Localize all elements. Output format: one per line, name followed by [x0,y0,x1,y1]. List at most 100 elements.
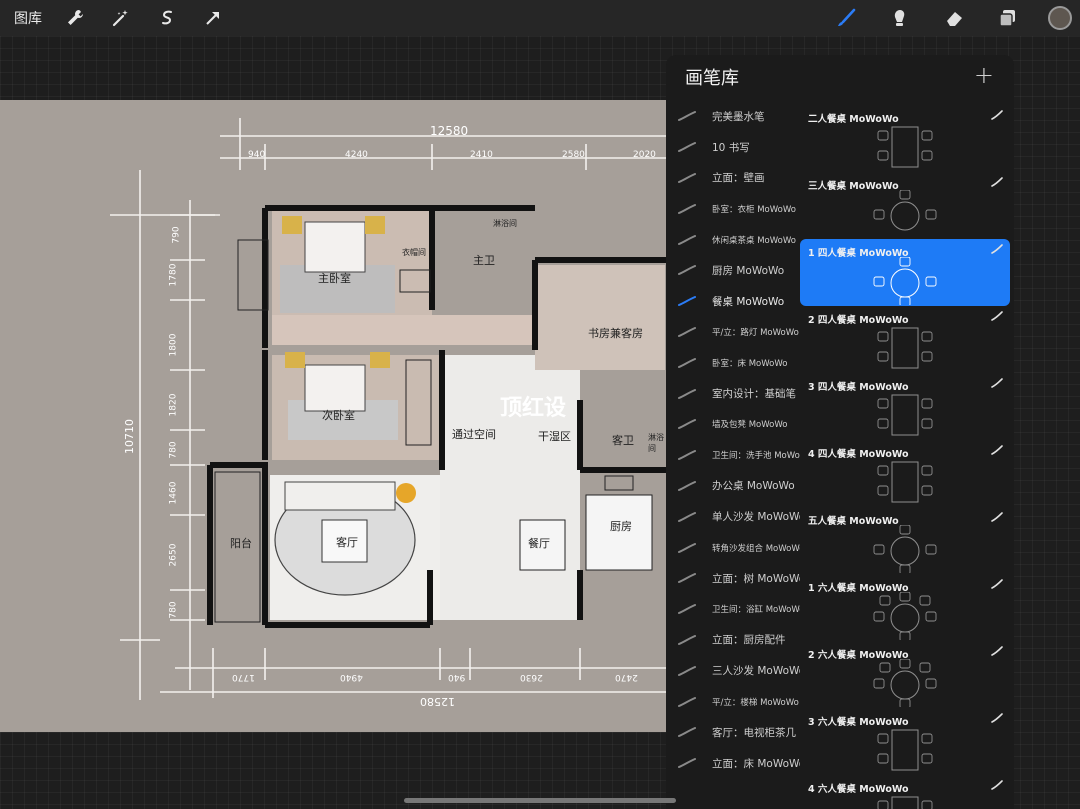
color-swatch[interactable] [1048,6,1072,30]
brush-set-item[interactable]: 立面：树 MoWoWo [666,563,800,594]
smudge-icon[interactable] [886,4,914,32]
brush-set-item[interactable]: 完美墨水笔 [666,101,800,132]
room-label: 通过空间 [452,428,496,441]
brush-set-item[interactable]: 休闲桌茶桌 MoWoWo [666,224,800,255]
gallery-button[interactable]: 图库 [14,8,42,28]
dimension-label: 780 [168,441,179,459]
brush-set-item[interactable]: 餐桌 MoWoWo [666,286,800,317]
brush-stroke-icon [678,665,696,676]
brush-set-item[interactable]: 三人沙发 MoWoWo [666,655,800,686]
brush-set-label: 完美墨水笔 [712,110,765,123]
eraser-icon[interactable] [940,4,968,32]
brush-set-item[interactable]: 办公桌 MoWoWo [666,471,800,502]
brush-item[interactable]: 三人餐桌 MoWoWo [800,172,1010,239]
brush-set-item[interactable]: 室内设计：基础笔 [666,378,800,409]
home-indicator[interactable] [404,798,676,803]
brush-library-panel: 画笔库 + 完美墨水笔 10 书写 立面：壁画 卧室：衣柜 MoWoWo 休闲桌茶桌 M… [666,55,1014,809]
brush-item[interactable]: 4 六人餐桌 MoWoWo [800,775,1010,809]
brush-stroke-icon [678,388,696,399]
brush-set-label: 立面：树 MoWoWo [712,572,800,585]
room-label: 厨房 [610,520,632,533]
drawing-canvas[interactable]: 主卧室 衣帽间 主卫 淋浴间 书房兼客房 次卧室 通过空间 干湿区 客卫 淋浴间… [0,100,666,732]
brush-set-label: 墙及包凳 MoWoWo [712,420,788,431]
brush-stroke-icon [991,646,1003,656]
brush-set-item[interactable]: 立面：床 MoWoWo [666,748,800,779]
brush-set-item[interactable]: 厨房 MoWoWo [666,255,800,286]
dimension-label: 1780 [168,263,179,287]
magic-wand-icon[interactable] [108,5,134,31]
brush-stroke-icon [678,419,696,430]
brush-stroke-icon [678,450,696,461]
brush-preview [873,525,937,573]
brush-set-item[interactable]: 墙及包凳 MoWoWo [666,409,800,440]
brush-stroke-icon [678,234,696,245]
brush-stroke-icon [991,311,1003,321]
brush-set-label: 平/立：楼梯 MoWoWo [712,697,799,708]
add-brush-button[interactable]: + [974,61,994,89]
brush-set-label: 平/立：路灯 MoWoWo [712,327,799,338]
brush-set-item[interactable]: 平/立：路灯 MoWoWo [666,317,800,348]
layers-icon[interactable] [994,4,1022,32]
room-label: 淋浴间 [648,433,664,453]
brush-stroke-icon [991,177,1003,187]
brush-set-label: 室内设计：基础笔 [712,388,796,401]
brush-stroke-icon [991,378,1003,388]
brush-item[interactable]: 3 六人餐桌 MoWoWo [800,708,1010,775]
wrench-icon[interactable] [62,5,88,31]
brush-item[interactable]: 五人餐桌 MoWoWo [800,507,1010,574]
watermark: 顶红设 [500,396,567,421]
dimension-label: 12580 [420,695,455,708]
dimension-label: 780 [168,601,179,619]
brush-preview [877,126,933,168]
dimension-label: 790 [171,226,182,244]
dimension-label: 2650 [168,543,179,567]
brush-set-list: 完美墨水笔 10 书写 立面：壁画 卧室：衣柜 MoWoWo 休闲桌茶桌 MoWoWo 厨… [666,101,800,779]
dimension-label: 940 [248,150,266,160]
brush-set-item[interactable]: 卫生间：浴缸 MoWoWo [666,594,800,625]
room-label: 主卧室 [318,272,351,285]
brush-item[interactable]: 1 六人餐桌 MoWoWo [800,574,1010,641]
brush-stroke-icon [991,713,1003,723]
brush-stroke-icon [991,445,1003,455]
brush-stroke-icon [678,480,696,491]
brush-set-item[interactable]: 客厅：电视柜茶几 [666,717,800,748]
brush-item[interactable]: 二人餐桌 MoWoWo [800,105,1010,172]
brush-set-item[interactable]: 单人沙发 MoWoWo [666,501,800,532]
brush-stroke-icon [678,111,696,122]
brush-icon[interactable] [832,4,860,32]
brush-set-label: 三人沙发 MoWoWo [712,665,800,678]
brush-set-label: 休闲桌茶桌 MoWoWo [712,235,796,246]
selection-icon[interactable] [154,5,180,31]
brush-stroke-icon [678,296,696,307]
brush-set-item[interactable]: 立面：壁画 [666,163,800,194]
brush-stroke-icon [678,758,696,769]
dimension-label: 1460 [168,481,179,505]
brush-item[interactable]: 2 四人餐桌 MoWoWo [800,306,1010,373]
brush-stroke-icon [678,634,696,645]
room-label: 衣帽间 [402,248,426,257]
brush-set-item[interactable]: 卧室：衣柜 MoWoWo [666,193,800,224]
brush-item[interactable]: 1 四人餐桌 MoWoWo [800,239,1010,306]
brush-stroke-icon [991,512,1003,522]
dimension-label: 4940 [340,672,363,682]
brush-item[interactable]: 4 四人餐桌 MoWoWo [800,440,1010,507]
brush-preview [877,394,933,436]
room-label: 淋浴间 [493,219,517,228]
brush-set-item[interactable]: 立面：厨房配件 [666,625,800,656]
brush-set-item[interactable]: 10 书写 [666,132,800,163]
brush-item[interactable]: 3 四人餐桌 MoWoWo [800,373,1010,440]
top-toolbar: 图库 [0,0,1080,36]
brush-item[interactable]: 2 六人餐桌 MoWoWo [800,641,1010,708]
brush-set-item[interactable]: 卧室：床 MoWoWo [666,347,800,378]
brush-stroke-icon [678,542,696,553]
brush-stroke-icon [678,265,696,276]
brush-set-item[interactable]: 转角沙发组合 MoWoWo [666,532,800,563]
brush-set-item[interactable]: 卫生间：洗手池 MoWoWo [666,440,800,471]
brush-set-item[interactable]: 平/立：楼梯 MoWoWo [666,686,800,717]
brush-preview [877,461,933,503]
room-label: 餐厅 [528,537,550,550]
room-label: 客厅 [336,536,358,549]
brush-stroke-icon [678,357,696,368]
brush-preview [873,190,937,231]
transform-arrow-icon[interactable] [200,5,226,31]
